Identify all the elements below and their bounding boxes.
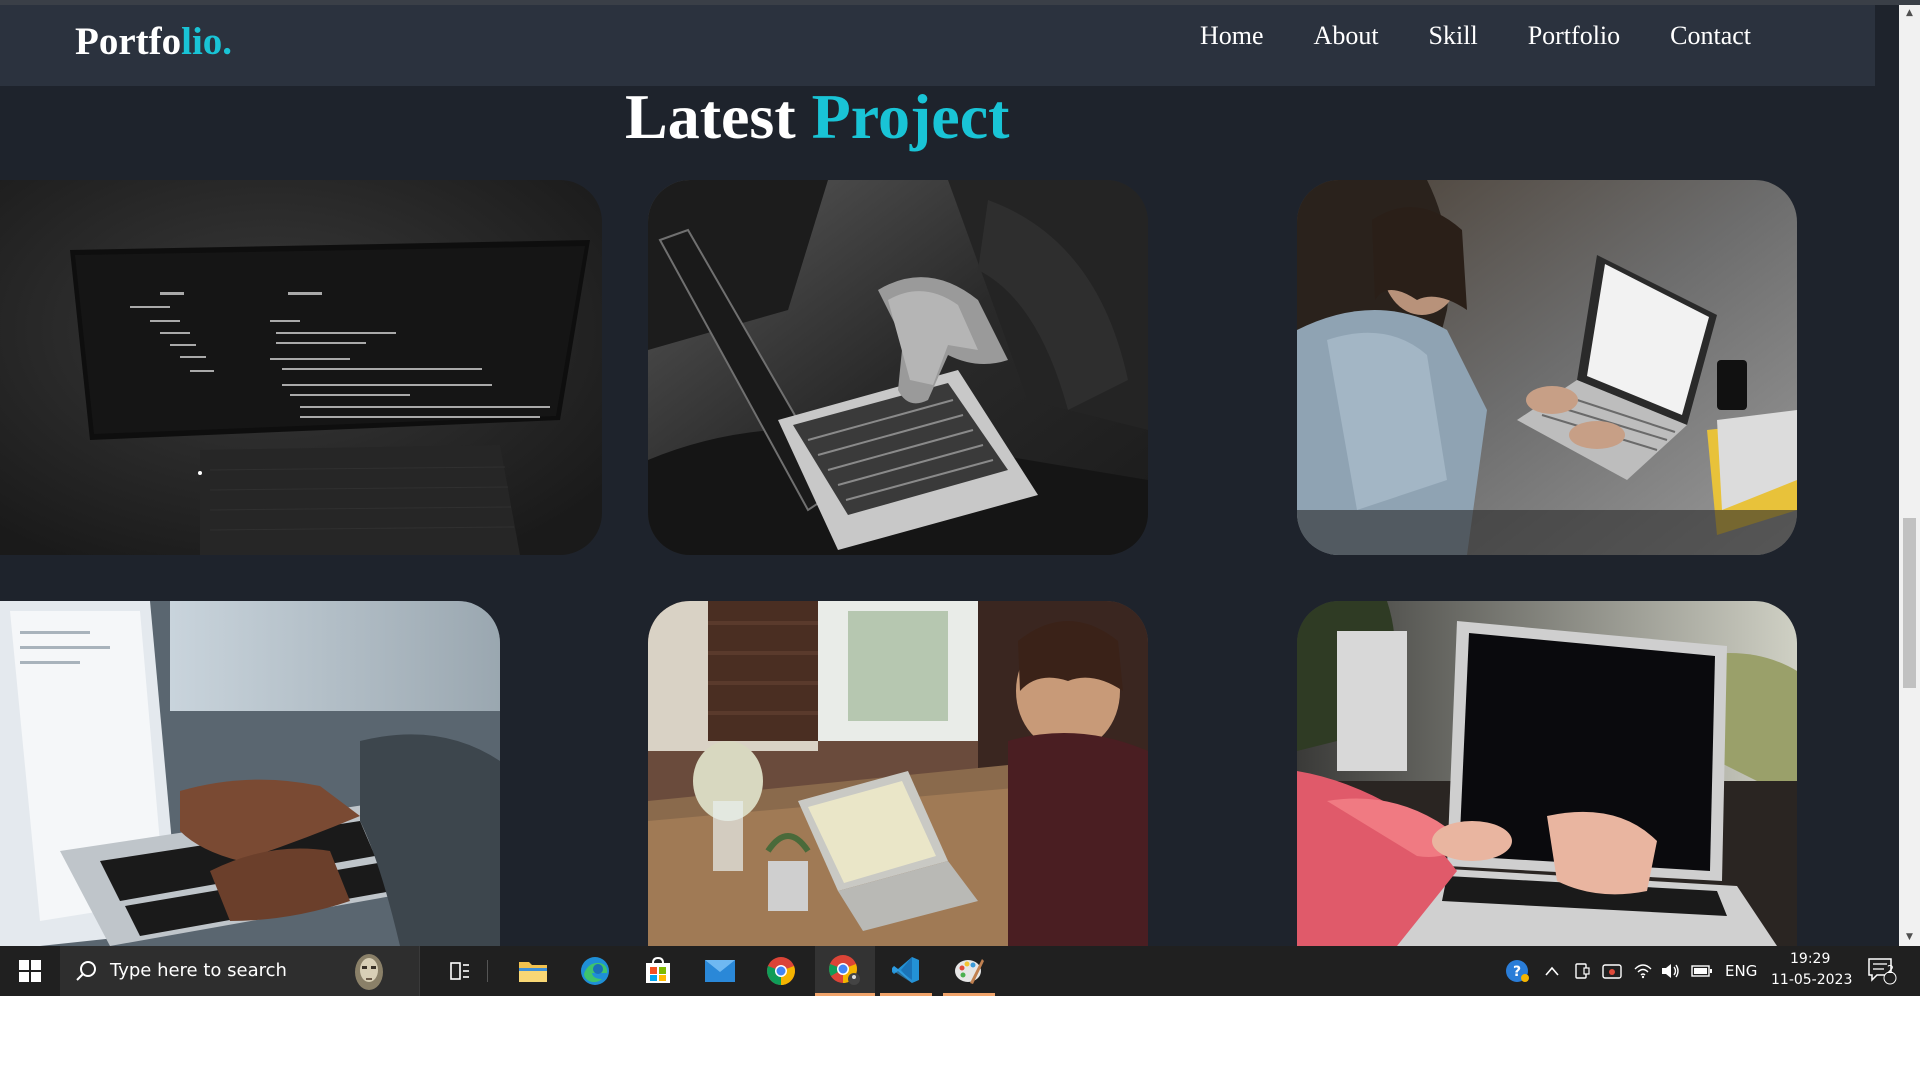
file-explorer-icon[interactable] — [508, 946, 558, 996]
project-card-2[interactable] — [648, 180, 1148, 555]
svg-text:?: ? — [1513, 964, 1521, 980]
windows-logo-icon — [19, 960, 41, 982]
battery-icon[interactable] — [1688, 946, 1716, 996]
task-view-icon[interactable] — [435, 946, 485, 996]
nav-contact[interactable]: Contact — [1670, 21, 1751, 51]
help-icon[interactable]: ? — [1502, 946, 1532, 996]
search-placeholder: Type here to search — [110, 960, 287, 981]
chrome-profile-icon[interactable] — [815, 946, 875, 996]
notification-count: 2 — [1887, 963, 1894, 976]
clock-date[interactable]: 11-05-2023 — [1771, 972, 1852, 988]
page-scrollbar[interactable]: ▲ ▼ — [1899, 5, 1920, 946]
scroll-thumb[interactable] — [1903, 518, 1916, 688]
paint-icon[interactable] — [943, 946, 995, 996]
search-highlight-icon — [355, 954, 383, 990]
project-card-5[interactable] — [648, 601, 1148, 946]
browser-viewport: Portfolio. Home About Skill Portfolio Co… — [0, 0, 1920, 946]
chrome-icon[interactable] — [756, 946, 806, 996]
volume-icon[interactable] — [1658, 946, 1684, 996]
edge-icon[interactable] — [570, 946, 620, 996]
mail-icon[interactable] — [695, 946, 745, 996]
store-icon[interactable] — [633, 946, 683, 996]
clock-time[interactable]: 19:29 — [1790, 951, 1830, 967]
scroll-up-arrow-icon[interactable]: ▲ — [1899, 5, 1920, 22]
nav-about[interactable]: About — [1314, 21, 1379, 51]
show-hidden-icons-chevron-icon[interactable] — [1537, 946, 1567, 996]
section-title: Latest Project — [625, 80, 1009, 154]
wifi-icon[interactable] — [1630, 946, 1656, 996]
taskbar-search[interactable]: Type here to search — [60, 946, 420, 996]
device-icon[interactable] — [1569, 946, 1595, 996]
laptop-black-screen-image — [1297, 601, 1797, 946]
hands-typing-laptop-image — [0, 601, 500, 946]
language-indicator[interactable]: ENG — [1725, 962, 1757, 980]
section-title-accent: Project — [811, 81, 1010, 152]
notification-center-icon[interactable]: 2 — [1862, 946, 1902, 996]
laptop-bw-typing-image — [648, 180, 1148, 555]
project-card-6[interactable] — [1297, 601, 1797, 946]
vscode-icon[interactable] — [880, 946, 932, 996]
nav-home[interactable]: Home — [1200, 21, 1264, 51]
laptop-code-dark-image — [0, 180, 602, 555]
navbar: Portfolio. Home About Skill Portfolio Co… — [0, 5, 1875, 86]
section-title-main: Latest — [625, 81, 796, 152]
logo[interactable]: Portfolio. — [75, 19, 232, 64]
search-icon — [74, 959, 98, 988]
meet-now-icon[interactable] — [1598, 946, 1626, 996]
project-card-1[interactable] — [0, 180, 602, 555]
logo-accent: lio. — [181, 20, 233, 63]
project-card-4[interactable] — [0, 601, 500, 946]
nav-portfolio[interactable]: Portfolio — [1528, 21, 1620, 51]
nav-skill[interactable]: Skill — [1429, 21, 1478, 51]
start-button[interactable] — [0, 946, 60, 996]
blank-area — [0, 996, 1920, 1080]
project-card-3[interactable] — [1297, 180, 1797, 555]
logo-main: Portfo — [75, 20, 182, 63]
scroll-down-arrow-icon[interactable]: ▼ — [1899, 929, 1920, 946]
taskbar: Type here to search ? ENG 19:29 11-05-20… — [0, 946, 1920, 996]
taskbar-separator — [487, 960, 488, 982]
nav-links: Home About Skill Portfolio Contact — [1200, 21, 1801, 51]
woman-laptop-image — [1297, 180, 1797, 555]
man-desk-laptop-image — [648, 601, 1148, 946]
